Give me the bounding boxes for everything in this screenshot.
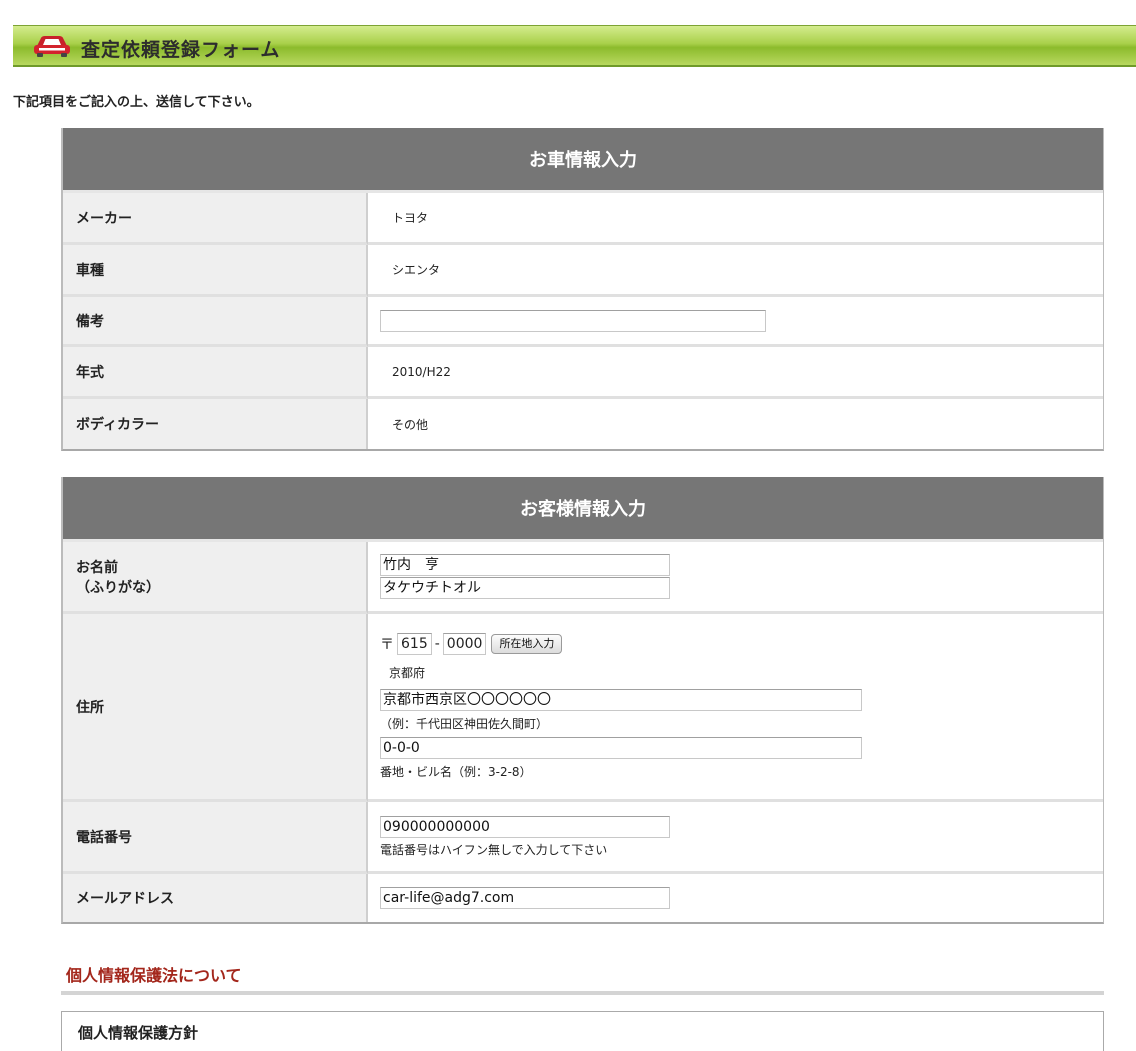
- street-hint: 番地・ビル名（例：3-2-8）: [380, 765, 532, 779]
- remarks-label: 備考: [63, 297, 368, 347]
- zip-second-input[interactable]: 0000: [442, 633, 487, 655]
- phone-label: 電話番号: [63, 802, 368, 874]
- table-row: メールアドレス car-life@adg7.com: [63, 874, 1103, 922]
- intro-text: 下記項目をご記入の上、送信して下さい。: [13, 95, 260, 110]
- page-header-banner: 査定依頼登録フォーム: [13, 25, 1136, 67]
- zip-first-input[interactable]: 615: [397, 633, 432, 655]
- car-section-header-row: お車情報入力: [63, 128, 1103, 193]
- table-row: 年式 2010/H22: [63, 347, 1103, 399]
- customer-section-header-row: お客様情報入力: [63, 477, 1103, 542]
- privacy-divider: [61, 991, 1104, 995]
- car-icon: [34, 36, 70, 57]
- email-input[interactable]: car-life@adg7.com: [380, 887, 670, 909]
- city-hint: （例：千代田区神田佐久間町）: [380, 717, 549, 731]
- postal-mark: 〒: [380, 637, 394, 653]
- year-label: 年式: [63, 347, 368, 399]
- customer-section-heading: お客様情報入力: [63, 477, 1103, 542]
- page-title: 査定依頼登録フォーム: [81, 39, 281, 61]
- table-row: メーカー トヨタ: [63, 193, 1103, 245]
- name-label-line1: お名前: [76, 559, 118, 576]
- prefecture-value: 京都府: [389, 666, 426, 680]
- privacy-law-heading: 個人情報保護法について: [66, 966, 242, 985]
- zip-separator: -: [434, 636, 440, 652]
- remarks-input[interactable]: [380, 309, 766, 332]
- model-value: シエンタ: [392, 263, 441, 277]
- table-row: 備考: [63, 297, 1103, 347]
- address-label: 住所: [63, 614, 368, 802]
- body-color-label: ボディカラー: [63, 399, 368, 449]
- table-row: お名前 （ふりがな） 竹内 亨 タケウチトオル: [63, 542, 1103, 614]
- name-label: お名前 （ふりがな）: [63, 542, 368, 614]
- city-input[interactable]: 京都市西京区〇〇〇〇〇〇: [380, 689, 862, 711]
- name-input[interactable]: 竹内 亨: [380, 554, 670, 576]
- maker-label: メーカー: [63, 193, 368, 245]
- phone-input[interactable]: 090000000000: [380, 815, 670, 838]
- name-label-line2: （ふりがな）: [76, 579, 160, 596]
- table-row: 住所 〒 615 - 0000 所在地入力 京都府 京都市西京区〇〇〇〇〇〇 （…: [63, 614, 1103, 802]
- car-section-heading: お車情報入力: [63, 128, 1103, 193]
- address-lookup-button[interactable]: 所在地入力: [491, 634, 563, 654]
- car-info-table: お車情報入力 メーカー トヨタ 車種 シエンタ 備考 年式 2010/H22 ボ…: [61, 128, 1104, 451]
- body-color-value: その他: [392, 417, 429, 432]
- customer-info-table: お客様情報入力 お名前 （ふりがな） 竹内 亨 タケウチトオル 住所 〒 615…: [61, 477, 1104, 924]
- phone-hint: 電話番号はハイフン無しで入力して下さい: [380, 842, 608, 857]
- table-row: ボディカラー その他: [63, 399, 1103, 449]
- privacy-policy-box: 個人情報保護方針: [61, 1011, 1104, 1051]
- street-input[interactable]: 0-0-0: [380, 737, 862, 759]
- name-kana-input[interactable]: タケウチトオル: [380, 577, 670, 599]
- table-row: 電話番号 090000000000 電話番号はハイフン無しで入力して下さい: [63, 802, 1103, 874]
- maker-value: トヨタ: [392, 211, 429, 225]
- year-value: 2010/H22: [392, 364, 451, 379]
- model-label: 車種: [63, 245, 368, 297]
- zip-line: 〒 615 - 0000 所在地入力: [380, 633, 1103, 655]
- privacy-policy-title: 個人情報保護方針: [78, 1024, 199, 1042]
- table-row: 車種 シエンタ: [63, 245, 1103, 297]
- email-label: メールアドレス: [63, 874, 368, 922]
